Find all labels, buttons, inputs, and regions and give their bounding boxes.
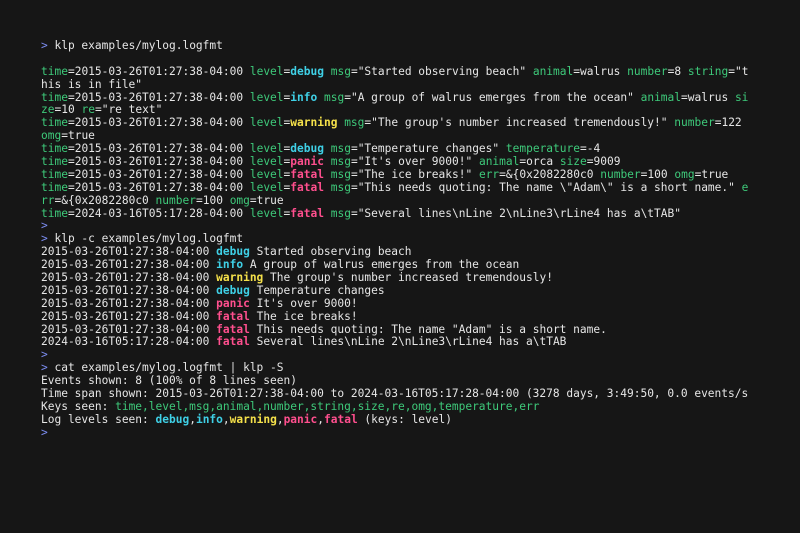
command-line: > klp examples/mylog.logfmt: [41, 39, 800, 53]
log-line: time=2015-03-26T01:27:38-04:00 level=deb…: [41, 64, 749, 78]
prompt-symbol: >: [41, 425, 48, 439]
command-text: klp examples/mylog.logfmt: [47, 39, 223, 52]
terminal-output[interactable]: > klp examples/mylog.logfmt time=2015-03…: [0, 0, 800, 533]
prompt-symbol: >: [41, 219, 48, 233]
command-text: klp -c examples/mylog.logfmt: [47, 232, 244, 246]
log-line: time=2024-03-16T05:17:28-04:00 level=fat…: [41, 206, 681, 220]
prompt-symbol: >: [41, 232, 48, 246]
prompt-symbol: >: [41, 348, 48, 362]
log-line: time=2015-03-26T01:27:38-04:00 level=war…: [41, 116, 742, 130]
command-text: cat examples/mylog.logfmt | klp -S: [47, 361, 284, 375]
prompt-symbol: >: [41, 361, 48, 375]
prompt-symbol: >: [41, 39, 48, 52]
active-prompt[interactable]: >: [41, 425, 800, 440]
compact-log-line: 2024-03-16T05:17:28-04:00 fatal Several …: [41, 335, 567, 349]
stats-levels: Log levels seen: debug,info,warning,pani…: [41, 412, 452, 426]
